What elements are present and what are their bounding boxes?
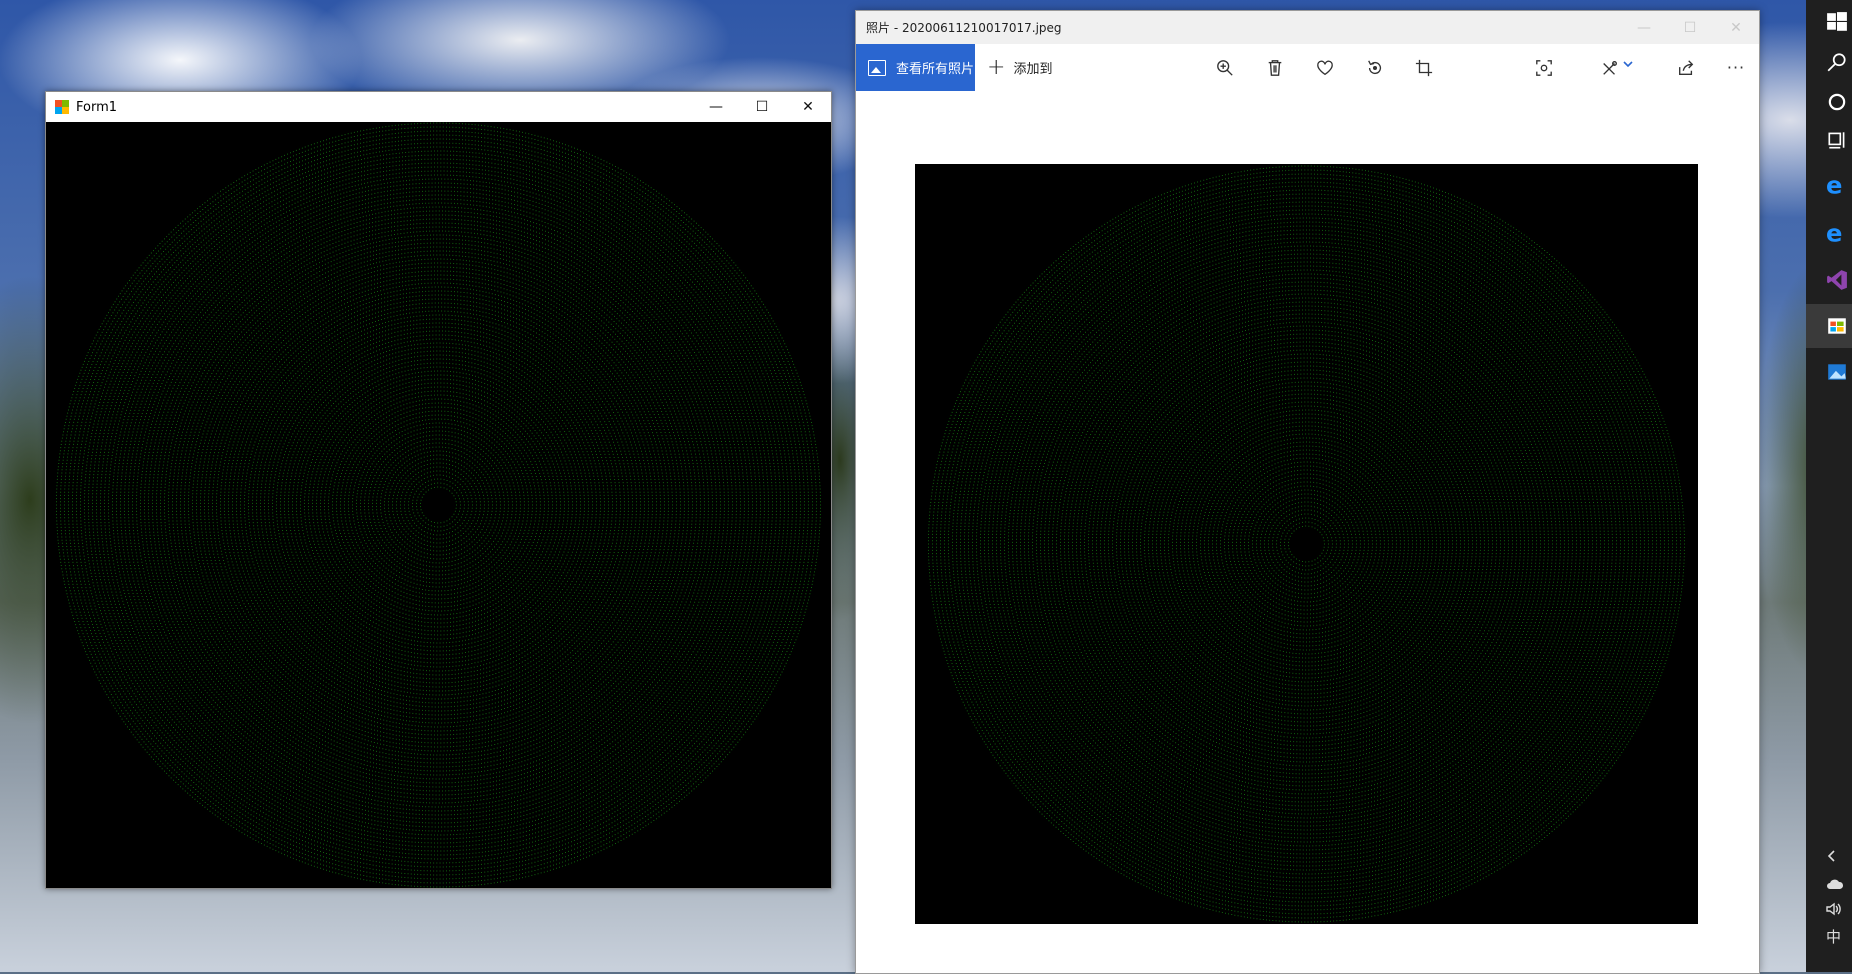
svg-text:e: e [1826,223,1842,245]
center-hole [1291,529,1321,559]
chevron-down-icon [1623,60,1633,67]
heart-icon [1317,60,1333,75]
ime-indicator[interactable]: 中 [1826,926,1841,947]
center-hole [423,490,453,520]
photos-window[interactable]: 照片 - 20200611210017017.jpeg — ☐ ✕ 查看所有照片… [855,10,1760,974]
close-button[interactable]: ✕ [1713,11,1759,44]
form1-title: Form1 [76,99,118,115]
dot-circle-pattern [56,122,821,888]
edit-create-button[interactable] [1592,44,1642,91]
form1-titlebar[interactable]: Form1 — ☐ ✕ [46,92,831,122]
cortana-circle-icon [1828,93,1846,111]
favorite-button[interactable] [1305,44,1345,91]
delete-button[interactable] [1255,44,1295,91]
add-to-button[interactable]: + 添加到 [987,44,1052,91]
chevron-left-icon [1827,850,1835,862]
add-to-label: 添加到 [1013,62,1053,77]
edit-tools-icon [1603,60,1617,75]
cloud-icon [1827,879,1844,889]
form1-window[interactable]: Form1 — ☐ ✕ [45,91,832,889]
task-view-button[interactable] [1806,118,1852,162]
maximize-icon: ☐ [1683,19,1697,36]
photo-icon [868,59,886,76]
taskbar: e e 中 [1806,0,1852,972]
photos-icon [1828,364,1846,380]
photos-title: 照片 - 20200611210017017.jpeg [866,21,1062,35]
search-button[interactable] [1806,40,1852,84]
view-all-photos-label: 查看所有照片 [896,62,975,77]
photos-toolbar: 查看所有照片 + 添加到 ··· [856,44,1759,91]
ime-label: 中 [1826,928,1842,946]
close-icon: ✕ [802,99,814,115]
edge-app-button[interactable]: e [1806,164,1852,208]
maximize-button[interactable]: ☐ [1667,11,1713,44]
edge-icon: e [1826,223,1842,245]
visual-search-button[interactable] [1524,44,1564,91]
winforms-app-icon [55,100,69,114]
rotate-button[interactable] [1355,44,1395,91]
displayed-photo [915,164,1698,924]
onedrive-button[interactable] [1826,878,1844,894]
show-hidden-icons-button[interactable] [1826,850,1838,866]
view-all-photos-button[interactable]: 查看所有照片 [856,44,975,91]
crop-icon [1415,59,1433,76]
share-button[interactable] [1666,44,1706,91]
more-options-button[interactable]: ··· [1716,44,1756,91]
plus-icon: + [987,54,1006,80]
speaker-icon [1826,902,1841,916]
start-button[interactable] [1806,0,1852,44]
windows-logo-icon [1827,12,1847,31]
winforms-app-icon [1828,318,1846,334]
visual-studio-icon [1827,270,1847,290]
form1-client-area [46,122,831,888]
maximize-icon: ☐ [755,99,769,115]
visual-studio-button[interactable] [1806,258,1852,302]
share-icon [1679,59,1694,75]
trash-icon [1268,59,1282,76]
more-icon: ··· [1726,58,1746,77]
close-button[interactable]: ✕ [785,92,831,122]
svg-text:e: e [1826,175,1842,197]
minimize-button[interactable]: — [1621,11,1667,44]
edge-app-button-2[interactable]: e [1806,212,1852,256]
photo-viewer[interactable] [856,91,1759,973]
dot-circle-pattern [928,165,1685,923]
volume-button[interactable] [1826,902,1842,920]
zoom-button[interactable] [1205,44,1245,91]
lens-icon [1536,59,1552,76]
edge-icon: e [1826,175,1842,197]
minimize-icon: — [709,99,723,115]
close-icon: ✕ [1730,19,1742,36]
search-icon [1827,53,1846,72]
crop-button[interactable] [1404,44,1444,91]
minimize-button[interactable]: — [693,92,739,122]
task-view-icon [1828,132,1845,149]
form1-app-button[interactable] [1806,304,1852,348]
zoom-in-icon [1217,59,1233,76]
rotate-icon [1368,59,1382,74]
photos-app-button[interactable] [1806,350,1852,394]
minimize-icon: — [1637,19,1651,36]
photos-titlebar[interactable]: 照片 - 20200611210017017.jpeg — ☐ ✕ [856,11,1759,44]
maximize-button[interactable]: ☐ [739,92,785,122]
